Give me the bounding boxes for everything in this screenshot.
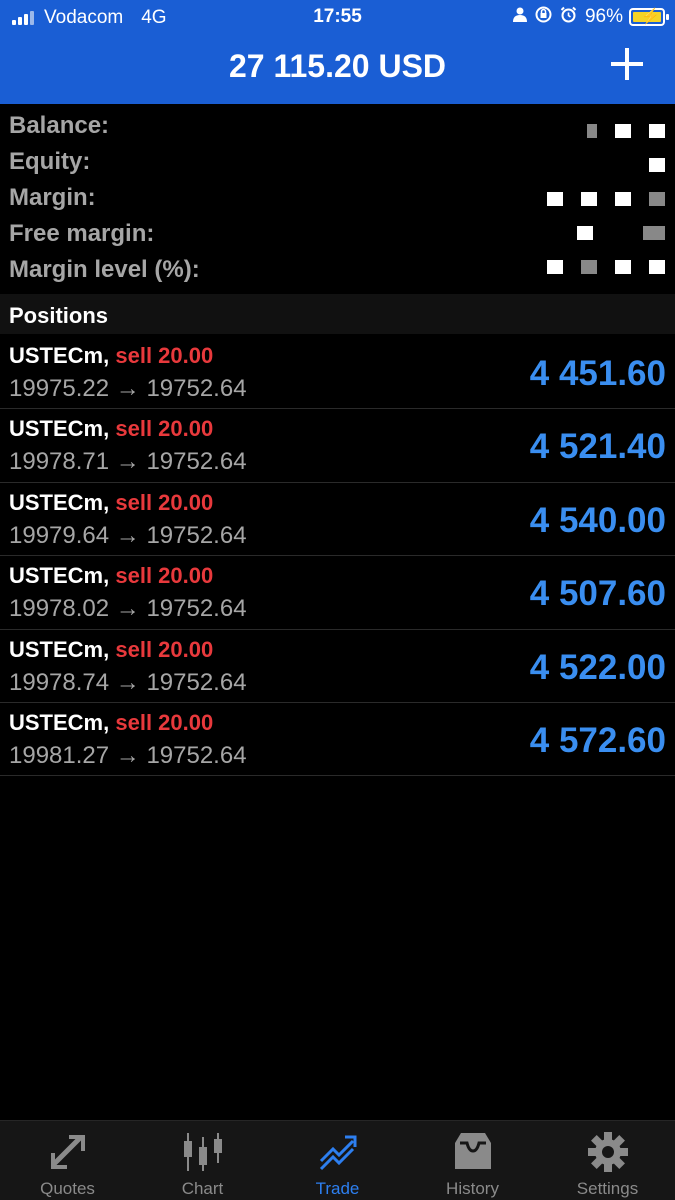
position-prices: 19981.27 → 19752.64 — [9, 741, 247, 769]
position-symbol: USTECm, — [9, 416, 110, 442]
position-row[interactable]: USTECm, sell 20.00 19978.02 → 19752.64 4… — [0, 556, 675, 630]
equity-value-masked — [631, 158, 665, 172]
position-row[interactable]: USTECm, sell 20.00 19981.27 → 19752.64 4… — [0, 703, 675, 777]
status-bar: Vodacom 4G 17:55 96% ⚡ — [0, 0, 675, 36]
position-prices: 19975.22 → 19752.64 — [9, 375, 247, 402]
plus-icon[interactable] — [611, 48, 643, 80]
alarm-icon — [560, 6, 577, 28]
position-symbol: USTECm, — [9, 563, 110, 589]
margin-label: Margin: — [9, 184, 96, 211]
tab-label: Quotes — [40, 1179, 95, 1198]
tab-label: Settings — [576, 1179, 639, 1198]
position-row[interactable]: USTECm, sell 20.00 19978.71 → 19752.64 4… — [0, 409, 675, 483]
position-side: sell 20.00 — [115, 709, 214, 735]
tab-trade[interactable]: Trade — [270, 1121, 405, 1200]
position-row[interactable]: USTECm, sell 20.00 19978.74 → 19752.64 4… — [0, 630, 675, 703]
tab-bar: Quotes Chart Trade History Settings — [0, 1120, 675, 1200]
position-side: sell 20.00 — [115, 416, 214, 442]
position-prices: 19978.02 → 19752.64 — [9, 595, 247, 623]
gear-icon — [587, 1131, 629, 1173]
position-profit: 4 572.60 — [529, 720, 666, 760]
free-margin-label: Free margin: — [9, 220, 155, 247]
positions-header: Positions — [0, 294, 675, 334]
rotation-lock-icon — [535, 6, 552, 28]
battery-charging-icon: ⚡ — [629, 8, 669, 26]
position-side: sell 20.00 — [115, 489, 214, 515]
tab-history[interactable]: History — [405, 1121, 540, 1200]
position-symbol: USTECm, — [9, 343, 110, 368]
position-prices: 19978.74 → 19752.64 — [9, 668, 247, 696]
page-title: 27 115.20 USD — [228, 48, 447, 84]
tab-chart[interactable]: Chart — [135, 1121, 270, 1200]
free-margin-value-masked — [559, 226, 665, 240]
position-side: sell 20.00 — [115, 563, 214, 589]
position-side: sell 20.00 — [115, 343, 214, 368]
account-summary: Balance: Equity: Margin: Free margin: Ma… — [0, 108, 675, 294]
position-side: sell 20.00 — [115, 636, 214, 662]
position-profit: 4 540.00 — [529, 500, 666, 540]
top-bar: Vodacom 4G 17:55 96% ⚡ 27 115.20 USD — [0, 0, 675, 104]
tab-label: Trade — [315, 1179, 360, 1198]
balance-label: Balance: — [9, 112, 110, 139]
battery-percent: 96% — [584, 6, 623, 27]
tab-label: History — [446, 1179, 499, 1198]
equity-label: Equity: — [9, 148, 91, 175]
balance-value-masked — [569, 124, 665, 138]
position-profit: 4 507.60 — [529, 574, 666, 614]
quotes-icon — [47, 1131, 89, 1173]
position-profit: 4 451.60 — [529, 354, 666, 393]
position-symbol: USTECm, — [9, 489, 110, 515]
position-profit: 4 522.00 — [529, 647, 666, 687]
tab-quotes[interactable]: Quotes — [0, 1121, 135, 1200]
history-inbox-icon — [452, 1131, 494, 1173]
tab-label: Chart — [181, 1179, 224, 1198]
candlestick-chart-icon — [182, 1131, 224, 1173]
position-prices: 19979.64 → 19752.64 — [9, 521, 247, 549]
tab-settings[interactable]: Settings — [540, 1121, 675, 1200]
position-symbol: USTECm, — [9, 709, 110, 735]
person-icon — [512, 7, 527, 27]
position-prices: 19978.71 → 19752.64 — [9, 448, 247, 476]
position-profit: 4 521.40 — [529, 427, 666, 467]
margin-value-masked — [529, 192, 665, 206]
position-row[interactable]: USTECm, sell 20.00 19975.22 → 19752.64 4… — [0, 336, 675, 410]
position-symbol: USTECm, — [9, 636, 110, 662]
margin-level-label: Margin level (%): — [9, 256, 200, 283]
positions-title: Positions — [9, 303, 109, 328]
positions-list: USTECm, sell 20.00 19975.22 → 19752.64 4… — [0, 336, 675, 777]
margin-level-value-masked — [529, 260, 665, 274]
position-row[interactable]: USTECm, sell 20.00 19979.64 → 19752.64 4… — [0, 483, 675, 557]
trade-icon — [317, 1131, 359, 1173]
